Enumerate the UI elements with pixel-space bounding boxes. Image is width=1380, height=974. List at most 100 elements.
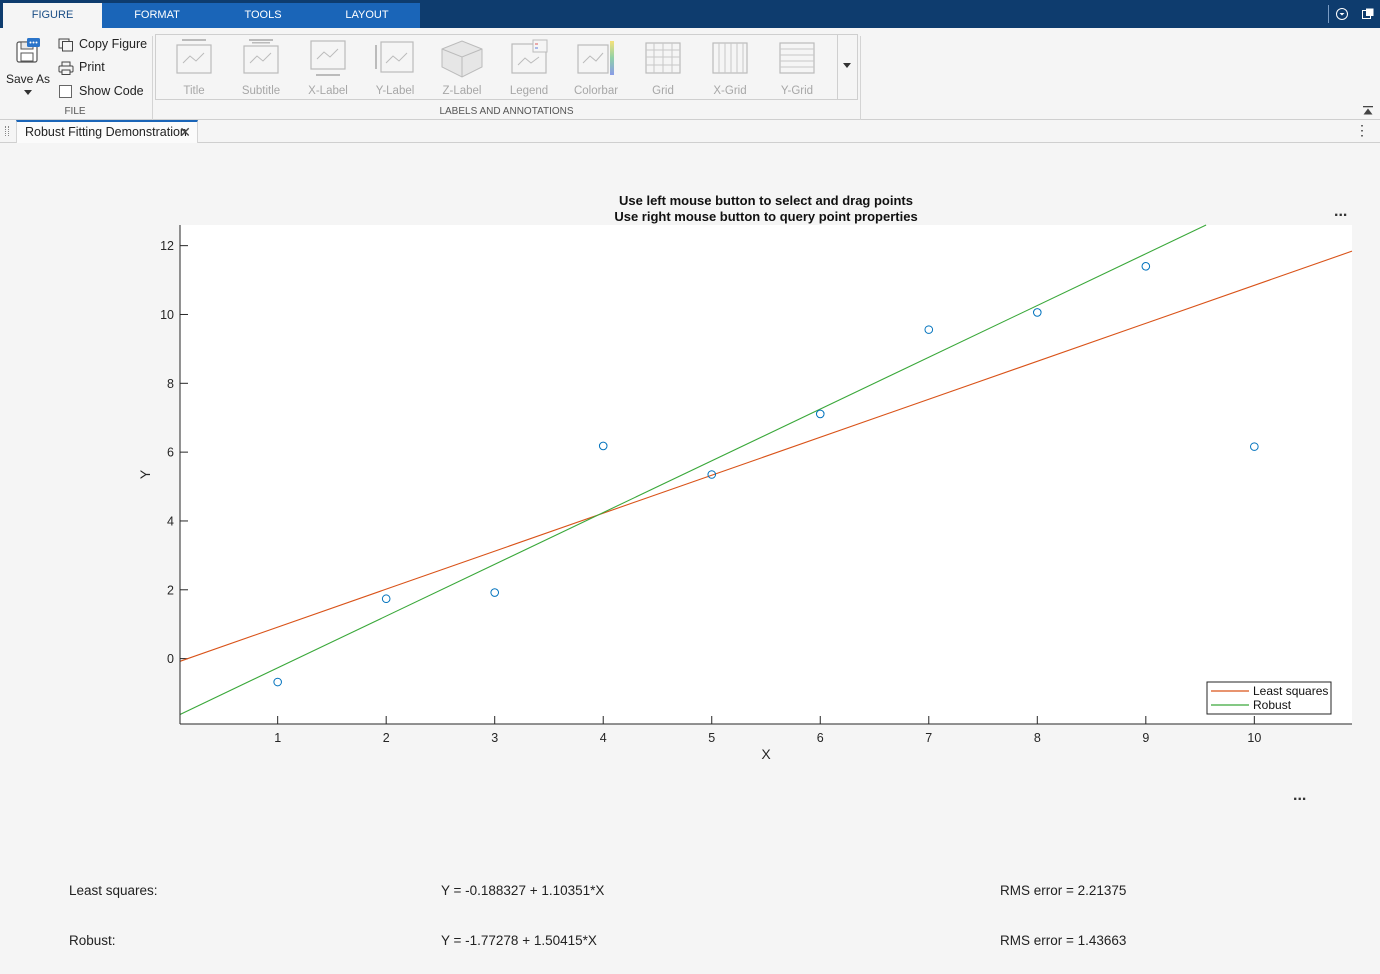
group-separator [152, 36, 153, 120]
chevron-down-icon [843, 63, 851, 68]
document-tab[interactable]: Robust Fitting Demonstration ✕ [16, 120, 198, 143]
y-tick-label: 0 [167, 652, 174, 666]
grid-icon [645, 42, 681, 74]
y-tick-label: 2 [167, 583, 174, 597]
legend[interactable]: Least squaresRobust [1206, 681, 1332, 715]
x-tick-label: 8 [1034, 731, 1041, 745]
x-axis-label: X [761, 746, 771, 762]
group-separator [860, 36, 861, 120]
copy-figure-label: Copy Figure [79, 37, 148, 51]
x-grid-button[interactable]: X-Grid [698, 37, 762, 97]
checkbox[interactable] [59, 85, 72, 99]
subtitle-button[interactable]: Subtitle [229, 37, 293, 97]
print-label: Print [79, 60, 105, 74]
z-label-icon [441, 40, 483, 78]
title-icon [176, 39, 212, 74]
robust-equation: Y = -1.77278 + 1.50415*X [441, 933, 597, 948]
title-button[interactable]: Title [162, 37, 226, 97]
y-label-button[interactable]: Y-Label [363, 37, 427, 97]
show-code-label: Show Code [79, 84, 144, 98]
z-label-button[interactable]: Z-Label [430, 37, 494, 97]
y-tick-label: 6 [167, 446, 174, 460]
subtitle-label: Subtitle [241, 85, 281, 97]
chart-title-line: Use left mouse button to select and drag… [619, 193, 913, 208]
print-button[interactable]: Print [58, 57, 105, 77]
title-label: Title [183, 85, 205, 97]
colorbar-button[interactable]: Colorbar [564, 37, 628, 97]
ribbon: Save As Copy Figure Print Show Code FILE… [0, 28, 1380, 120]
ribbon-tab-bar: FIGURE FORMAT TOOLS LAYOUT [0, 0, 1380, 28]
plot-background [180, 225, 1352, 724]
show-code-checkbox[interactable]: Show Code [58, 81, 144, 101]
legend-icon [511, 39, 548, 74]
undock-icon[interactable] [1361, 7, 1375, 21]
colorbar-label: Colorbar [573, 85, 619, 97]
axes-more-options[interactable]: ... [1334, 203, 1347, 221]
grid-button[interactable]: Grid [631, 37, 695, 97]
close-icon[interactable]: ✕ [179, 122, 191, 143]
document-menu-icon[interactable]: ⋮ [1355, 123, 1369, 137]
tab-format[interactable]: FORMAT [102, 3, 212, 28]
grid-label: Grid [652, 85, 674, 97]
copy-icon [58, 38, 73, 52]
y-tick-label: 12 [160, 239, 174, 253]
document-tab-title: Robust Fitting Demonstration [25, 125, 187, 139]
y-label-icon [375, 41, 414, 73]
legend-entry: Least squares [1253, 684, 1328, 698]
save-as-dropdown-icon[interactable] [24, 90, 32, 95]
x-tick-label: 2 [383, 731, 390, 745]
tab-layout[interactable]: LAYOUT [314, 3, 420, 28]
y-tick-label: 10 [160, 308, 174, 322]
legend-entry: Robust [1253, 698, 1292, 712]
x-tick-label: 9 [1142, 731, 1149, 745]
tab-tools[interactable]: TOOLS [212, 3, 314, 28]
save-as-label: Save As [5, 72, 51, 86]
labels-annotations-gallery: Title Subtitle X-Label Y-Label Z-Label L… [155, 34, 858, 100]
robust-rms: RMS error = 1.43663 [1000, 933, 1127, 948]
x-tick-label: 1 [274, 731, 281, 745]
tab-figure[interactable]: FIGURE [3, 3, 102, 28]
gallery-expand-button[interactable] [837, 35, 857, 99]
legend-button[interactable]: Legend [497, 37, 561, 97]
y-grid-label: Y-Grid [780, 85, 814, 97]
x-label-button[interactable]: X-Label [296, 37, 360, 97]
x-tick-label: 7 [925, 731, 932, 745]
quick-access-dropdown-icon[interactable] [1335, 7, 1349, 21]
figure-area: Use left mouse button to select and drag… [0, 143, 1380, 974]
legend-label: Legend [509, 85, 549, 97]
colorbar-icon [577, 41, 614, 75]
document-tab-bar: Robust Fitting Demonstration ✕ ⋮ [0, 120, 1380, 143]
least-squares-equation: Y = -0.188327 + 1.10351*X [441, 883, 605, 898]
x-tick-label: 6 [817, 731, 824, 745]
file-group-label: FILE [64, 106, 86, 117]
least-squares-rms: RMS error = 2.21375 [1000, 883, 1127, 898]
z-label-label: Z-Label [442, 85, 482, 97]
chart[interactable]: Use left mouse button to select and drag… [0, 143, 1380, 823]
y-grid-button[interactable]: Y-Grid [765, 37, 829, 97]
chart-title-line: Use right mouse button to query point pr… [614, 209, 917, 224]
x-grid-label: X-Grid [713, 85, 747, 97]
x-grid-icon [712, 42, 748, 74]
x-tick-label: 5 [708, 731, 715, 745]
chart-title: Use left mouse button to select and drag… [614, 193, 917, 224]
figure-more-options[interactable]: ... [1293, 787, 1306, 805]
y-grid-icon [779, 42, 815, 74]
x-tick-label: 4 [600, 731, 607, 745]
y-axis-label: Y [137, 469, 153, 479]
toolbar-separator [1328, 5, 1329, 23]
collapse-ribbon-icon[interactable] [1362, 106, 1374, 116]
drag-handle[interactable] [5, 126, 9, 136]
copy-figure-button[interactable]: Copy Figure [58, 34, 147, 54]
y-label-label: Y-Label [375, 85, 415, 97]
x-tick-label: 10 [1247, 731, 1261, 745]
save-as-button[interactable]: Save As [4, 36, 52, 100]
x-label-label: X-Label [308, 85, 348, 97]
x-label-icon [310, 40, 346, 76]
least-squares-label: Least squares: [69, 883, 158, 898]
y-tick-label: 8 [167, 377, 174, 391]
save-icon [16, 38, 40, 63]
labels-annotations-group-label: LABELS AND ANNOTATIONS [439, 106, 574, 117]
printer-icon [58, 61, 74, 75]
x-tick-label: 3 [491, 731, 498, 745]
y-tick-label: 4 [167, 514, 174, 528]
